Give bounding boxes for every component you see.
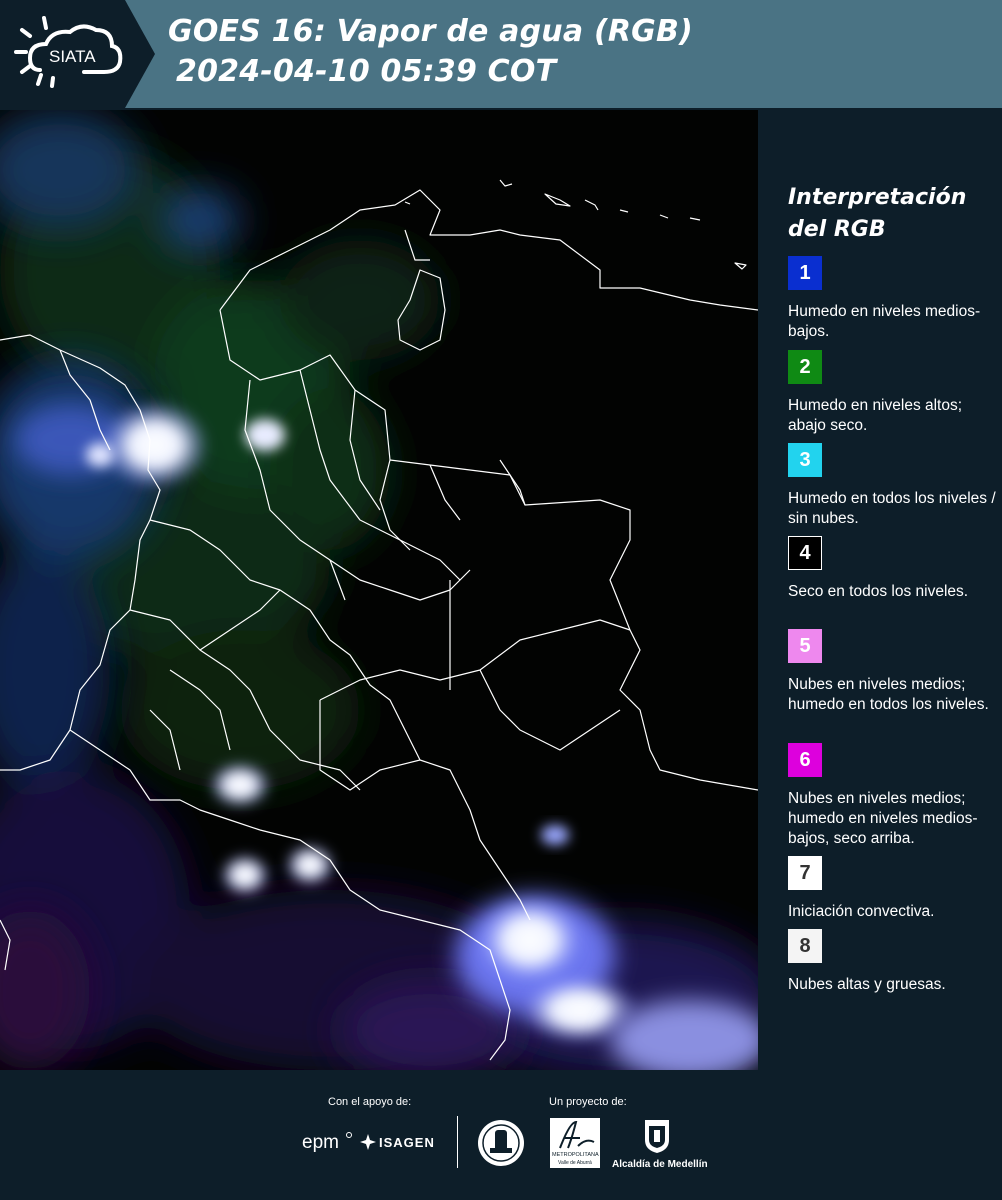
legend-swatch: 1 — [788, 256, 822, 290]
legend-item-text: Humedo en niveles medios-bajos. — [788, 303, 981, 340]
legend-swatch: 3 — [788, 443, 822, 477]
page: SIATA GOES 16: Vapor de agua (RGB) 2024-… — [0, 0, 1002, 1200]
header-bar: SIATA GOES 16: Vapor de agua (RGB) 2024-… — [0, 0, 1002, 108]
legend-swatch: 8 — [788, 929, 822, 963]
logo-text: SIATA — [49, 47, 96, 66]
satellite-map — [0, 110, 758, 1070]
legend-swatch: 5 — [788, 629, 822, 663]
legend-item-text: Nubes altas y gruesas. — [788, 976, 946, 993]
project-label: Un proyecto de: — [549, 1096, 627, 1108]
legend-item-text: Iniciación convectiva. — [788, 903, 935, 920]
registered-mark-icon — [346, 1132, 352, 1138]
medellin-coat-of-arms-icon — [643, 1118, 671, 1158]
area-sub-label-2: Valle de Aburrá — [558, 1160, 592, 1166]
page-title-line2: 2024-04-10 05:39 COT — [176, 54, 557, 89]
legend-item-1: 1 Humedo en niveles medios-bajos. — [788, 256, 998, 342]
area-metropolitana-logo: METROPOLITANA Valle de Aburrá — [550, 1118, 600, 1168]
footer-divider — [457, 1116, 458, 1168]
alcaldia-label: Alcaldía de Medellín — [612, 1159, 708, 1170]
legend-title-line1: Interpretación — [788, 185, 967, 210]
legend-swatch: 2 — [788, 350, 822, 384]
legend-item-5: 5 Nubes en niveles medios; humedo en tod… — [788, 629, 998, 715]
legend-item-text: Seco en todos los niveles. — [788, 583, 969, 600]
legend-item-text: Humedo en niveles altos; abajo seco. — [788, 397, 963, 434]
legend-title-line2: del RGB — [788, 217, 886, 242]
area-sub-label: METROPOLITANA — [552, 1152, 599, 1158]
legend-item-6: 6 Nubes en niveles medios; humedo en niv… — [788, 743, 998, 849]
antioquia-seal-icon — [476, 1118, 526, 1172]
legend-item-4: 4 Seco en todos los niveles. — [788, 536, 998, 602]
legend-item-7: 7 Iniciación convectiva. — [788, 856, 998, 922]
siata-logo: SIATA — [0, 0, 155, 108]
sponsors-footer: Con el apoyo de: Un proyecto de: epm ISA… — [0, 1070, 1002, 1200]
legend-swatch: 7 — [788, 856, 822, 890]
legend-item-text: Nubes en niveles medios; humedo en nivel… — [788, 790, 978, 847]
legend-item-text: Nubes en niveles medios; humedo en todos… — [788, 676, 989, 713]
legend-swatch: 6 — [788, 743, 822, 777]
epm-logo: epm — [302, 1132, 339, 1153]
isagen-icon — [360, 1134, 376, 1154]
legend-item-text: Humedo en todos los niveles / sin nubes. — [788, 490, 996, 527]
support-label: Con el apoyo de: — [328, 1096, 412, 1108]
legend-item-3: 3 Humedo en todos los niveles / sin nube… — [788, 443, 998, 529]
isagen-logo: ISAGEN — [379, 1135, 435, 1150]
legend-title: Interpretación del RGB — [788, 182, 998, 246]
legend-swatch: 4 — [788, 536, 822, 570]
page-title-line1: GOES 16: Vapor de agua (RGB) — [168, 14, 693, 49]
legend-item-8: 8 Nubes altas y gruesas. — [788, 929, 998, 995]
legend-item-2: 2 Humedo en niveles altos; abajo seco. — [788, 350, 998, 436]
legend-panel: Interpretación del RGB 1 Humedo en nivel… — [760, 110, 1002, 1070]
